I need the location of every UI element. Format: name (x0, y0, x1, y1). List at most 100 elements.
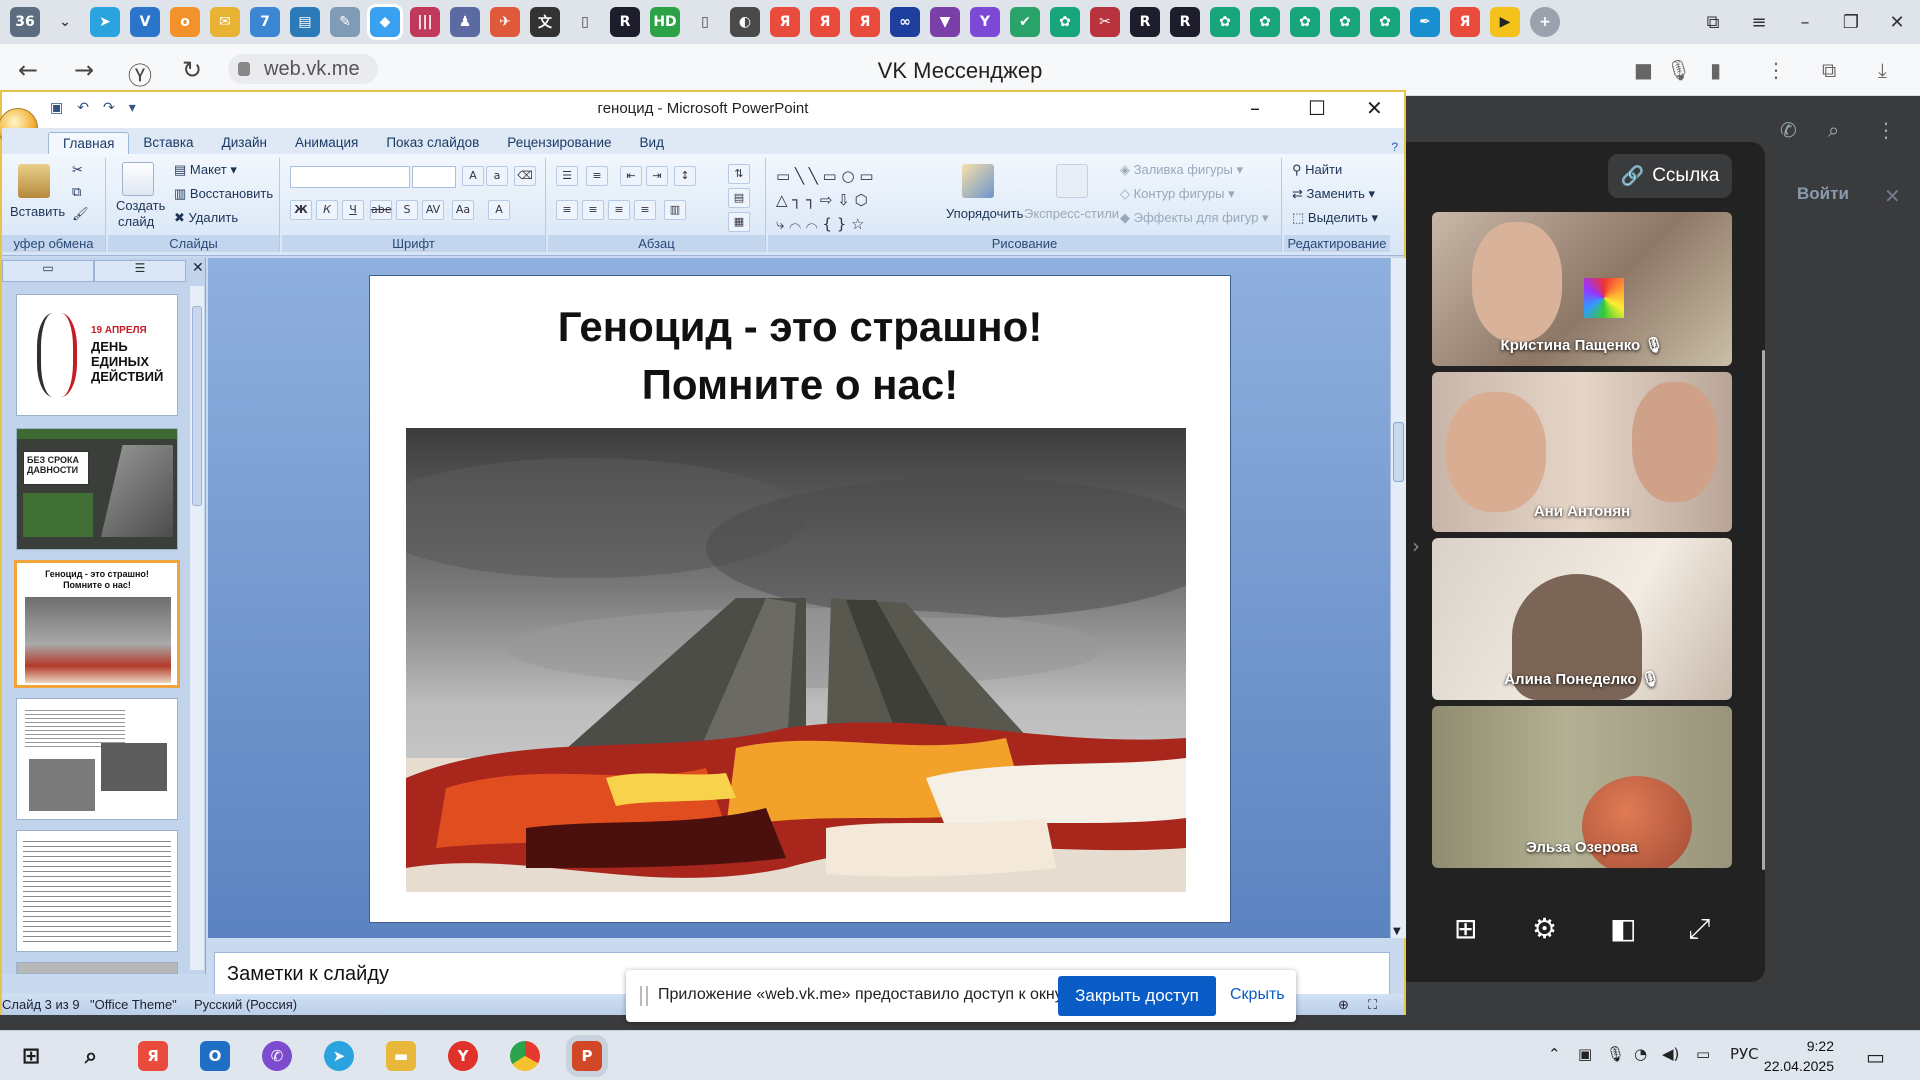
layout-button[interactable]: ▤ Макет ▾ (174, 162, 237, 178)
more-vertical-icon[interactable]: ⋮ (1876, 118, 1896, 142)
new-slide-icon[interactable] (122, 162, 154, 196)
tab-icon[interactable]: ▶ (1490, 7, 1520, 37)
minimize-icon[interactable]: – (1782, 12, 1828, 33)
copy-icon[interactable]: ⧉ (72, 184, 81, 200)
windows-start-icon[interactable]: ⊞ (16, 1041, 46, 1071)
phone-icon[interactable]: ✆ (1780, 118, 1797, 142)
change-case-icon[interactable]: Aa (452, 200, 474, 220)
decrease-indent-icon[interactable]: ⇤ (620, 166, 642, 186)
zoom-in-icon[interactable]: ⊕ (1338, 997, 1349, 1013)
tab-icon[interactable]: R (610, 7, 640, 37)
tab-icon[interactable]: 文 (530, 7, 560, 37)
fit-to-window-icon[interactable]: ⛶ (1368, 997, 1377, 1013)
tab-home[interactable]: Главная (48, 132, 130, 154)
grow-font-icon[interactable]: A (462, 166, 484, 186)
font-color-icon[interactable]: A (488, 200, 510, 220)
tab-view[interactable]: Вид (626, 132, 678, 154)
settings-gear-icon[interactable]: ⚙ (1532, 912, 1557, 945)
more-options-icon[interactable]: ⋮ (1766, 58, 1786, 82)
clear-formatting-icon[interactable]: ⌫ (514, 166, 536, 186)
hide-banner-link[interactable]: Скрыть (1230, 986, 1285, 1004)
slide-thumbnail[interactable]: 19 АПРЕЛЯ ДЕНЬ ЕДИНЫХ ДЕЙСТВИЙ (16, 294, 178, 416)
new-slide-label-1[interactable]: Создать (116, 198, 165, 213)
slide-vertical-scrollbar[interactable]: ▼ (1390, 258, 1406, 938)
menu-icon[interactable]: ≡ (1736, 12, 1782, 33)
shapes-gallery[interactable]: ▭ ╲ ╲ ▭ ○ ▭ △ ┐ ┐ ⇨ ⇩ ⬡ ⤷ ⌒ ⌒ { } ☆ (776, 164, 936, 236)
slide-thumbnail[interactable] (16, 698, 178, 820)
tab-insert[interactable]: Вставка (129, 132, 207, 154)
paste-icon[interactable] (18, 164, 50, 198)
tray-app-icon[interactable]: ▣ (1578, 1045, 1592, 1063)
shape-effects-button[interactable]: ◆ Эффекты для фигур ▾ (1120, 210, 1269, 226)
document-tab-icon[interactable]: ▯ (690, 7, 720, 37)
format-painter-icon[interactable]: 🖌 (72, 206, 89, 222)
reset-button[interactable]: ▥ Восстановить (174, 186, 273, 202)
yandex-icon[interactable]: Y (448, 1041, 478, 1071)
tab-icon[interactable]: ✿ (1330, 7, 1360, 37)
tab-animation[interactable]: Анимация (281, 132, 372, 154)
microphone-icon[interactable]: 🎙 (1606, 1045, 1625, 1063)
tab-icon[interactable]: Y (970, 7, 1000, 37)
select-button[interactable]: ⬚ Выделить ▾ (1292, 210, 1378, 226)
tab-icon[interactable]: ✿ (1370, 7, 1400, 37)
close-icon[interactable]: ✕ (1874, 12, 1920, 33)
restore-icon[interactable]: ❐ (1828, 12, 1874, 33)
tab-icon[interactable]: ∞ (890, 7, 920, 37)
underline-icon[interactable]: Ч (342, 200, 364, 220)
viber-icon[interactable]: ✆ (262, 1041, 292, 1071)
align-center-icon[interactable]: ≡ (582, 200, 604, 220)
language-indicator[interactable]: Русский (Россия) (194, 997, 297, 1012)
cut-icon[interactable]: ✂ (72, 162, 83, 178)
tab-icon[interactable]: HD (650, 7, 680, 37)
notifications-icon[interactable]: ▭ (1866, 1045, 1885, 1069)
participant-tile[interactable]: Эльза Озерова (1432, 706, 1732, 868)
shape-outline-button[interactable]: ◇ Контур фигуры ▾ (1120, 186, 1235, 202)
active-vk-messenger-tab-icon[interactable]: ◆ (370, 7, 400, 37)
document-tab-icon[interactable]: ▯ (570, 7, 600, 37)
drag-handle-icon[interactable] (640, 986, 648, 1006)
align-right-icon[interactable]: ≡ (608, 200, 630, 220)
minimize-icon[interactable]: – (1250, 96, 1260, 120)
tab-counter-badge[interactable]: 36 (10, 7, 40, 37)
bookmark-icon[interactable]: ▮ (1710, 58, 1721, 82)
yandex-tab-icon[interactable]: Я (810, 7, 840, 37)
slide-thumbnail[interactable] (16, 830, 178, 952)
participant-tile[interactable]: Ани Антонян (1432, 372, 1732, 532)
find-button[interactable]: ⚲ Найти (1292, 162, 1342, 178)
tab-icon[interactable]: ✒ (1410, 7, 1440, 37)
outlook-icon[interactable]: O (200, 1041, 230, 1071)
grid-layout-icon[interactable]: ⊞ (1454, 912, 1477, 945)
current-slide[interactable]: Геноцид - это страшно! Помните о нас! (370, 276, 1230, 922)
tab-icon[interactable]: 7 (250, 7, 280, 37)
line-spacing-icon[interactable]: ↕ (674, 166, 696, 186)
font-family-select[interactable] (290, 166, 410, 188)
columns-icon[interactable]: ▥ (664, 200, 686, 220)
shrink-font-icon[interactable]: a (486, 166, 508, 186)
tab-icon[interactable]: R (1170, 7, 1200, 37)
tabs-dropdown-icon[interactable]: ⌄ (50, 7, 80, 37)
tab-icon[interactable]: ✿ (1290, 7, 1320, 37)
tab-icon[interactable]: ✈ (490, 7, 520, 37)
close-icon[interactable]: ✕ (1884, 184, 1901, 208)
arrange-icon[interactable] (962, 164, 994, 198)
participant-tile[interactable]: Алина Понеделко 🎙 (1432, 538, 1732, 700)
mail-tab-icon[interactable]: ✉ (210, 7, 240, 37)
shadow-icon[interactable]: S (396, 200, 418, 220)
maximize-icon[interactable]: ☐ (1308, 96, 1326, 120)
new-tab-plus-icon[interactable]: + (1530, 7, 1560, 37)
telegram-tab-icon[interactable]: ➤ (90, 7, 120, 37)
yandex-tab-icon[interactable]: Я (770, 7, 800, 37)
clock[interactable]: 9:22 22.04.2025 (1764, 1036, 1834, 1076)
tab-icon[interactable]: ◐ (730, 7, 760, 37)
tab-slide-show[interactable]: Показ слайдов (372, 132, 493, 154)
arrange-button[interactable]: Упорядочить (946, 206, 1023, 221)
file-explorer-icon[interactable]: ▬ (386, 1041, 416, 1071)
volume-icon[interactable]: ◀) (1662, 1045, 1679, 1063)
vk-tab-icon[interactable]: V (130, 7, 160, 37)
stop-sharing-button[interactable]: Закрыть доступ (1058, 976, 1216, 1016)
bullets-icon[interactable]: ☰ (556, 166, 578, 186)
participant-tile[interactable]: Кристина Пащенко 🎙 (1432, 212, 1732, 366)
smartart-icon[interactable]: ▦ (728, 212, 750, 232)
copy-link-button[interactable]: 🔗 Ссылка (1608, 154, 1732, 198)
memorial-photo[interactable] (406, 428, 1186, 892)
